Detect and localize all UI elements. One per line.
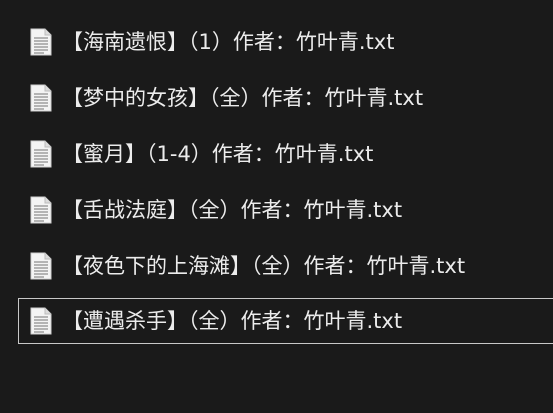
text-file-icon: [30, 84, 52, 112]
file-name: 【遭遇杀手】（全）作者：竹叶青.txt: [62, 309, 403, 333]
file-item[interactable]: 【梦中的女孩】（全）作者：竹叶青.txt: [18, 75, 553, 121]
file-item-selected[interactable]: 【遭遇杀手】（全）作者：竹叶青.txt: [18, 298, 553, 344]
text-file-icon: [30, 307, 52, 335]
text-file-icon: [30, 140, 52, 168]
file-name: 【蜜月】（1-4）作者：竹叶青.txt: [62, 142, 374, 166]
file-item[interactable]: 【舌战法庭】（全）作者：竹叶青.txt: [18, 187, 553, 233]
file-name: 【海南遗恨】（1）作者：竹叶青.txt: [62, 30, 395, 54]
file-name: 【梦中的女孩】（全）作者：竹叶青.txt: [62, 86, 424, 110]
text-file-icon: [30, 196, 52, 224]
file-name: 【夜色下的上海滩】（全）作者：竹叶青.txt: [62, 254, 466, 278]
file-name: 【舌战法庭】（全）作者：竹叶青.txt: [62, 198, 403, 222]
text-file-icon: [30, 252, 52, 280]
text-file-icon: [30, 28, 52, 56]
file-item[interactable]: 【海南遗恨】（1）作者：竹叶青.txt: [18, 19, 553, 65]
file-item[interactable]: 【夜色下的上海滩】（全）作者：竹叶青.txt: [18, 243, 553, 289]
file-item[interactable]: 【蜜月】（1-4）作者：竹叶青.txt: [18, 131, 553, 177]
